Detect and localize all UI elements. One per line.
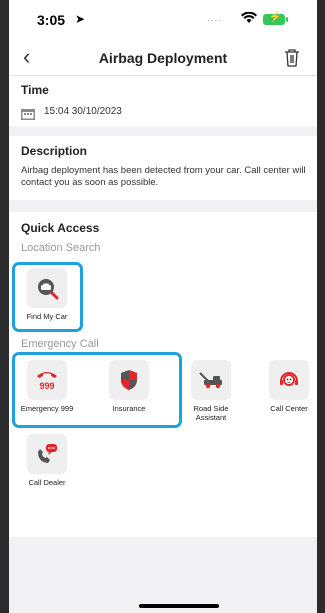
quick-access-title: Quick Access [21,221,100,235]
road-side-assistant-label: Road Side Assistant [193,404,229,422]
find-my-car-button[interactable]: Find My Car [15,268,79,321]
find-my-car-label: Find My Car [26,312,68,321]
shield-icon [109,360,149,400]
wifi-icon [241,11,257,27]
insurance-button[interactable]: Insurance [97,360,161,413]
description-text: Airbag deployment has been detected from… [21,165,306,188]
time-section: Time 15:04 30/10/2023 [9,76,317,126]
location-search-label: Location Search [21,242,101,254]
home-indicator[interactable] [139,604,219,608]
emergency-call-label: Emergency Call [21,338,99,350]
phone-999-icon: 999 [27,360,67,400]
status-time: 3:05 [37,12,66,28]
emergency-999-button[interactable]: 999 Emergency 999 [15,360,79,413]
quick-access-section: Quick Access Location Search Find My Car… [9,212,317,537]
page-title: Airbag Deployment [98,50,228,66]
calendar-icon [21,107,35,120]
call-dealer-label: Call Dealer [28,478,66,487]
trash-icon[interactable] [284,49,300,67]
time-title: Time [21,83,49,97]
description-title: Description [21,144,88,158]
emergency-999-label: Emergency 999 [20,404,74,413]
call-center-label: Call Center [270,404,308,413]
location-arrow-icon: ➤ [75,12,86,26]
tow-truck-icon [191,360,231,400]
svg-text:999: 999 [39,381,54,391]
signal-icon: .... [207,13,223,24]
headset-agent-icon [269,360,309,400]
battery-icon: ⚡ [263,12,288,25]
navigation-bar: ‹ Airbag Deployment [9,40,317,76]
car-search-icon [27,268,67,308]
call-center-button[interactable]: Call Center [261,360,317,413]
insurance-label: Insurance [112,404,146,413]
deployment-time: 15:04 30/10/2023 [44,106,122,117]
road-side-assistant-button[interactable]: Road Side Assistant [179,360,243,422]
phone-screen: 3:05 ➤ .... ⚡ ‹ Airbag Deployment Time 1… [9,0,317,613]
phone-chat-icon [27,434,67,474]
status-bar: 3:05 ➤ .... ⚡ [9,0,317,40]
call-dealer-button[interactable]: Call Dealer [15,434,79,487]
description-section: Description Airbag deployment has been d… [9,136,317,200]
